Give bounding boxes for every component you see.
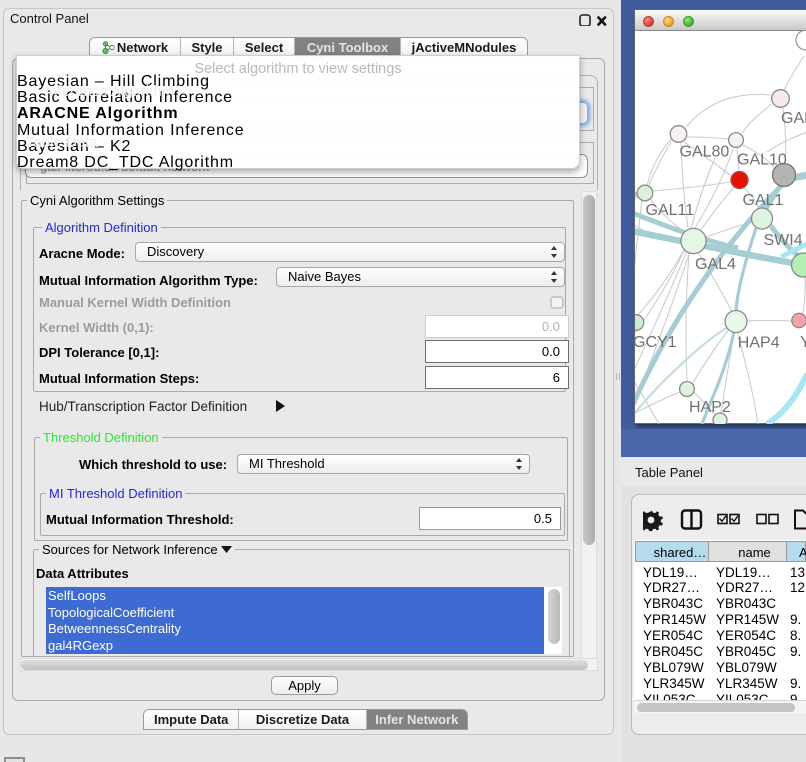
svg-text:Y: Y [800,334,806,351]
svg-text:GCY1: GCY1 [635,334,677,351]
svg-text:GAL4: GAL4 [695,256,736,273]
svg-text:GAL1: GAL1 [743,192,784,209]
svg-text:HAP2: HAP2 [689,399,731,416]
svg-text:GAL80: GAL80 [680,144,730,161]
svg-text:GAL11: GAL11 [646,202,695,219]
svg-text:GAL10: GAL10 [737,152,787,169]
svg-text:GAL7: GAL7 [781,110,806,127]
svg-text:HAP4: HAP4 [738,335,780,352]
svg-text:SWI4: SWI4 [764,232,803,249]
